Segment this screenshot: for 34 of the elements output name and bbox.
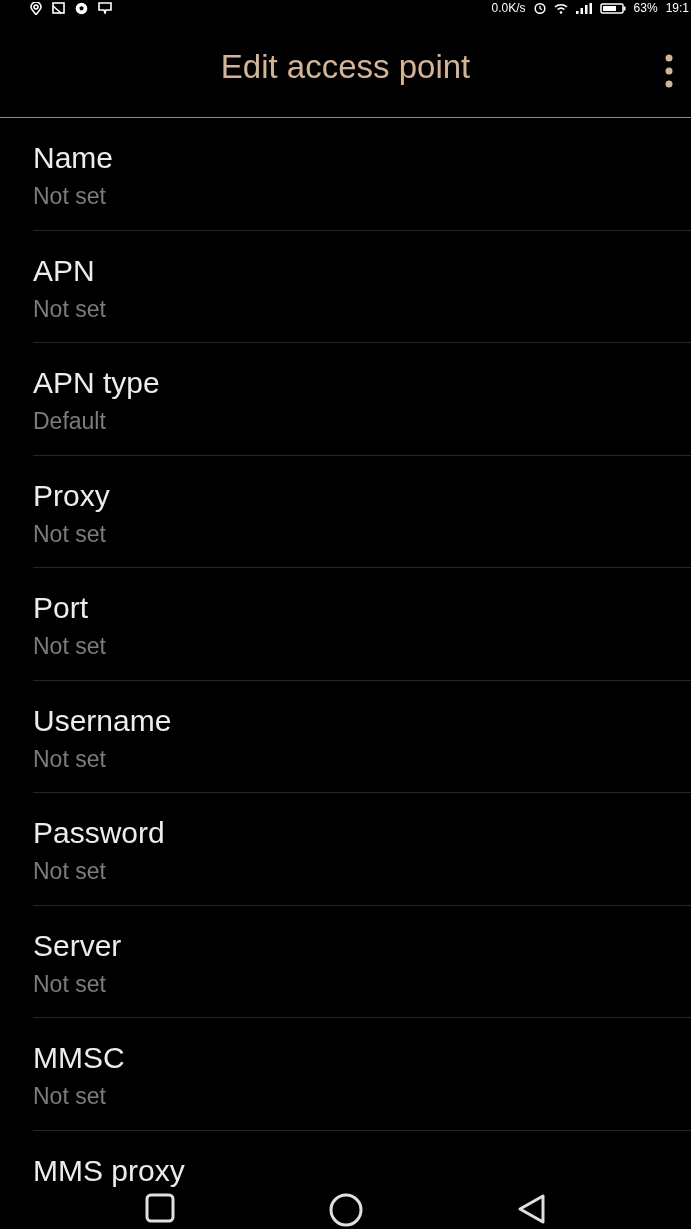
- clock-text: 19:1: [665, 1, 689, 15]
- setting-label[interactable]: APN type: [33, 367, 160, 399]
- alarm-clock-icon: [533, 2, 546, 14]
- setting-label[interactable]: MMSC: [33, 1042, 125, 1074]
- setting-value: Not set: [33, 294, 106, 323]
- setting-value: Default: [33, 407, 106, 435]
- setting-label[interactable]: Name: [33, 142, 114, 174]
- setting-value: Not set: [33, 519, 106, 548]
- setting-value: Not set: [33, 857, 106, 885]
- network-speed-text: 0.0K/s: [491, 1, 526, 15]
- setting-label[interactable]: Password: [33, 817, 165, 849]
- setting-label[interactable]: Port: [33, 592, 89, 624]
- setting-value: Not set: [33, 182, 106, 210]
- battery-percent-text: 63%: [633, 1, 658, 15]
- back-icon[interactable]: [516, 1193, 546, 1225]
- setting-value: Not set: [33, 632, 106, 660]
- signal-icon: [575, 2, 592, 14]
- setting-label[interactable]: Server: [33, 929, 122, 962]
- recent-apps-icon[interactable]: [145, 1193, 175, 1223]
- image-icon: [52, 2, 65, 14]
- setting-label[interactable]: APN: [33, 254, 95, 287]
- battery-icon: [599, 2, 626, 14]
- setting-value: Not set: [33, 744, 106, 773]
- more-options-icon[interactable]: [665, 54, 673, 88]
- message-icon: [98, 2, 112, 14]
- setting-label[interactable]: Proxy: [33, 479, 110, 512]
- page-title: Edit access point: [220, 46, 471, 87]
- setting-label[interactable]: Username: [33, 704, 172, 737]
- setting-label[interactable]: MMS proxy: [33, 1154, 185, 1187]
- setting-value: Not set: [33, 1082, 106, 1110]
- wifi-icon: [553, 2, 568, 14]
- setting-value: Not set: [33, 969, 106, 998]
- location-pin-icon: [30, 1, 42, 15]
- home-icon[interactable]: [328, 1193, 363, 1227]
